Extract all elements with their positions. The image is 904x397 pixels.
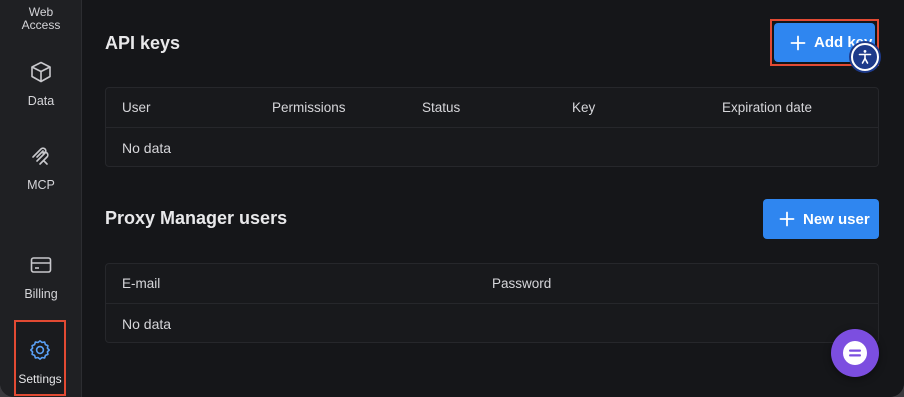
empty-state-text: No data [122,140,172,156]
plus-icon [790,35,806,50]
proxy-users-title: Proxy Manager users [105,208,288,228]
column-header-permissions: Permissions [272,100,346,115]
empty-state-text: No data [122,316,172,332]
table-row: No data [106,304,878,342]
proxy-users-table: E-mail Password No data [105,263,879,343]
table-header: E-mail Password [106,264,878,304]
sidebar-item-label: MCP [27,178,55,192]
sidebar-item-label: Data [27,94,55,108]
chat-icon [843,341,867,365]
api-keys-table: User Permissions Status Key Expiration d… [105,87,879,167]
card-icon [30,257,52,273]
sidebar-item-web-access[interactable]: Web Access [0,6,82,32]
main-content: API keys Add key User Permissions Status… [82,0,904,397]
mcp-icon [32,147,49,165]
column-header-email: E-mail [122,276,161,291]
api-keys-title: API keys [105,33,181,53]
column-header-password: Password [492,276,552,291]
sidebar: Web Access Data MCP Billing Settings [0,0,82,397]
sidebar-item-mcp[interactable]: MCP [0,144,82,192]
sidebar-item-data[interactable]: Data [0,60,82,108]
table-header: User Permissions Status Key Expiration d… [106,88,878,128]
column-header-key: Key [572,100,596,115]
column-header-expiration-date: Expiration date [722,100,813,115]
plus-icon [779,211,795,227]
accessibility-icon[interactable] [851,43,879,71]
gear-icon [30,340,50,360]
sidebar-item-label: Web Access [21,5,61,32]
new-user-button[interactable]: New user [763,199,879,239]
new-user-label: New user [803,210,870,228]
cube-icon [31,61,51,83]
table-row: No data [106,128,878,166]
chat-button[interactable] [831,329,879,377]
sidebar-item-label: Billing [24,287,58,301]
sidebar-item-label: Settings [18,372,62,386]
column-header-user: User [122,100,151,115]
sidebar-item-billing[interactable]: Billing [0,253,82,301]
app-frame: Web Access Data MCP Billing Settings API… [0,0,904,397]
sidebar-item-settings[interactable]: Settings [14,320,66,396]
column-header-status: Status [422,100,461,115]
